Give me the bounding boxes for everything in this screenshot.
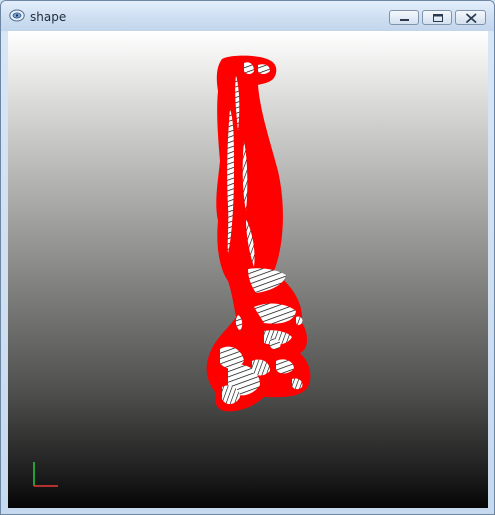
axis-triad bbox=[33, 462, 58, 487]
minimize-button[interactable] bbox=[389, 10, 419, 25]
minimize-icon bbox=[400, 19, 409, 21]
3d-viewport[interactable] bbox=[8, 31, 488, 508]
title-bar[interactable]: shape bbox=[1, 1, 494, 31]
maximize-button[interactable] bbox=[422, 10, 452, 25]
shape-render bbox=[33, 55, 311, 487]
close-icon bbox=[466, 13, 477, 23]
shape-window: shape bbox=[0, 0, 495, 515]
maximize-icon bbox=[433, 14, 443, 22]
viewer-app-icon bbox=[9, 9, 25, 22]
window-title: shape bbox=[30, 10, 67, 24]
close-button[interactable] bbox=[455, 10, 486, 25]
